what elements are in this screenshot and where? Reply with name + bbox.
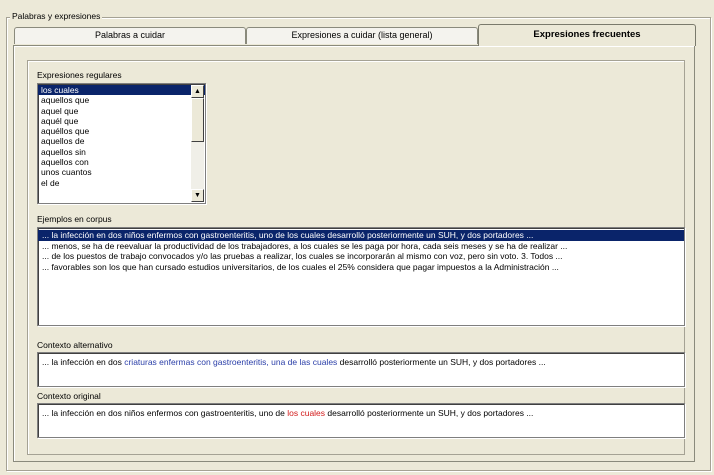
- scroll-up-icon[interactable]: ▲: [191, 85, 204, 98]
- regex-label: Expresiones regulares: [37, 70, 122, 80]
- scroll-down-icon[interactable]: ▼: [191, 189, 204, 202]
- alt-context-text: ... la infección en dos criaturas enferm…: [38, 353, 684, 367]
- list-item[interactable]: aquellos con: [38, 157, 205, 167]
- scroll-thumb[interactable]: [191, 98, 204, 142]
- list-item[interactable]: el de: [38, 178, 205, 188]
- regex-scrollbar[interactable]: ▲ ▼: [191, 85, 204, 202]
- regex-listbox[interactable]: los cuales aquellos que aquel que aquél …: [37, 83, 206, 204]
- list-item[interactable]: aquellos sin: [38, 147, 205, 157]
- list-item[interactable]: ... de los puestos de trabajo convocados…: [38, 251, 684, 262]
- orig-context-text: ... la infección en dos niños enfermos c…: [38, 404, 684, 418]
- list-item[interactable]: aquellos de: [38, 136, 205, 146]
- orig-context-label: Contexto original: [37, 391, 101, 401]
- alt-context-after: desarrolló posteriormente un SUH, y dos …: [337, 357, 546, 367]
- alt-context-label: Contexto alternativo: [37, 340, 113, 350]
- orig-context-highlight: los cuales: [287, 408, 326, 418]
- list-item[interactable]: ... la infección en dos niños enfermos c…: [38, 230, 684, 241]
- tab-expresiones-a-cuidar[interactable]: Expresiones a cuidar (lista general): [246, 27, 478, 44]
- list-item[interactable]: aquél que: [38, 116, 205, 126]
- list-item[interactable]: aquellos que: [38, 95, 205, 105]
- corpus-listbox[interactable]: ... la infección en dos niños enfermos c…: [37, 227, 685, 326]
- alt-context-highlight: criaturas enfermas con gastroenteritis, …: [124, 357, 338, 367]
- list-item[interactable]: unos cuantos: [38, 167, 205, 177]
- list-item[interactable]: los cuales: [38, 85, 205, 96]
- orig-context-before: ... la infección en dos niños enfermos c…: [42, 408, 288, 418]
- alt-context-box[interactable]: ... la infección en dos criaturas enferm…: [37, 352, 685, 387]
- tab-expresiones-frecuentes[interactable]: Expresiones frecuentes: [478, 24, 696, 46]
- tab-palabras-a-cuidar[interactable]: Palabras a cuidar: [14, 27, 246, 44]
- group-title: Palabras y expresiones: [10, 11, 103, 21]
- orig-context-box[interactable]: ... la infección en dos niños enfermos c…: [37, 403, 685, 438]
- corpus-label: Ejemplos en corpus: [37, 214, 112, 224]
- orig-context-after: desarrolló posteriormente un SUH, y dos …: [325, 408, 534, 418]
- alt-context-before: ... la infección en dos: [42, 357, 125, 367]
- list-item[interactable]: aquel que: [38, 106, 205, 116]
- list-item[interactable]: aquéllos que: [38, 126, 205, 136]
- list-item[interactable]: ... favorables son los que han cursado e…: [38, 262, 684, 273]
- list-item[interactable]: ... menos, se ha de reevaluar la product…: [38, 241, 684, 252]
